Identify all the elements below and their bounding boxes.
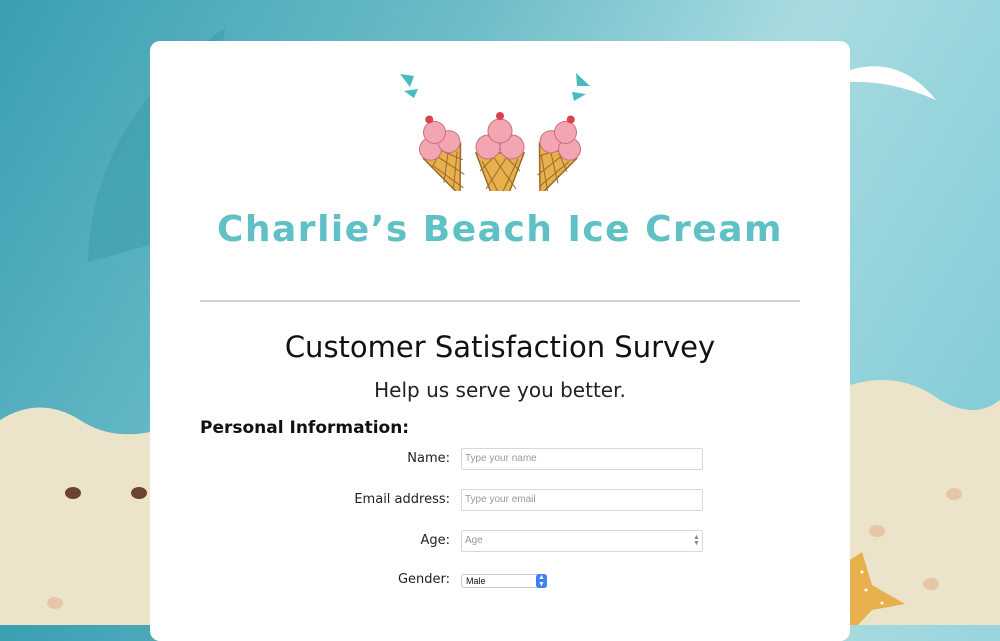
pebble — [65, 487, 81, 499]
pebble — [869, 525, 885, 537]
name-input[interactable]: Type your name — [461, 448, 703, 470]
personal-info-heading: Personal Information: — [200, 418, 410, 438]
brand-title: Charlie’s Beach Ice Cream — [216, 209, 784, 250]
survey-card: Charlie’s Beach Ice Cream Customer Satis… — [150, 41, 850, 641]
survey-title: Customer Satisfaction Survey — [284, 330, 716, 364]
shark-fin-icon — [850, 66, 936, 100]
gender-label: Gender: — [397, 572, 450, 587]
sand-left — [0, 407, 150, 625]
age-placeholder: Age — [465, 535, 483, 546]
pebble — [131, 487, 147, 499]
pebble — [946, 488, 962, 500]
spinner-icon[interactable]: ▲ ▼ — [693, 534, 700, 547]
survey-subtitle: Help us serve you better. — [374, 378, 626, 402]
gender-select[interactable]: Male ▲ ▼ — [461, 574, 547, 588]
age-label: Age: — [420, 533, 450, 548]
divider — [200, 300, 800, 302]
pebble — [47, 597, 63, 609]
ice-cream-cones-logo — [400, 73, 590, 191]
gender-selected-value: Male — [466, 576, 486, 586]
pebble — [923, 578, 939, 590]
age-input[interactable]: Age ▲ ▼ — [461, 530, 703, 552]
email-label: Email address: — [354, 492, 450, 507]
name-label: Name: — [407, 451, 450, 466]
chevron-updown-icon: ▲ ▼ — [536, 574, 547, 588]
email-input[interactable]: Type your email — [461, 489, 703, 511]
